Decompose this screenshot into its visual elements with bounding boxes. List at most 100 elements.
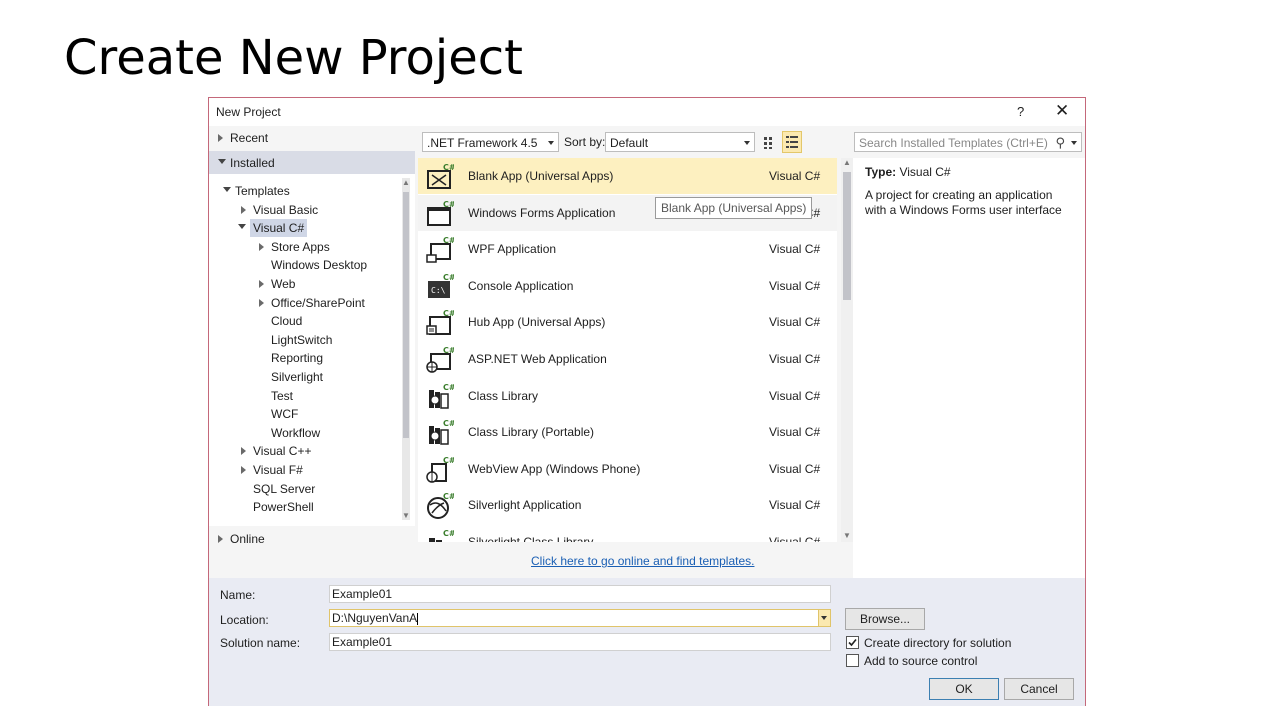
tree-item-visual-f-[interactable]: Visual F# — [241, 461, 303, 479]
browse-button[interactable]: Browse... — [845, 608, 925, 630]
framework-select[interactable]: .NET Framework 4.5 — [422, 132, 559, 152]
tree-scrollbar-thumb[interactable] — [403, 192, 409, 438]
template-description-pane: Type: Visual C# A project for creating a… — [853, 158, 1085, 578]
chevron-down-icon — [821, 616, 827, 620]
template-language: Visual C# — [769, 242, 821, 257]
online-templates-link[interactable]: Click here to go online and find templat… — [531, 554, 754, 568]
template-row[interactable]: C:\ C# Console Application Visual C# — [418, 268, 837, 304]
svg-text:C#: C# — [443, 456, 454, 465]
template-language: Visual C# — [769, 169, 821, 183]
checkmark-icon — [848, 638, 857, 647]
tree-item-reporting[interactable]: Reporting — [271, 349, 323, 367]
sort-select[interactable]: Default — [605, 132, 755, 152]
solution-name-input[interactable]: Example01 — [329, 633, 831, 651]
chevron-down-icon[interactable] — [1071, 141, 1077, 145]
template-list-scrollbar[interactable]: ▲ ▼ — [841, 158, 853, 542]
expand-arrow-icon[interactable] — [241, 466, 246, 474]
tree-item-templates[interactable]: Templates — [223, 182, 290, 200]
template-categories-pane: Recent Installed Templates Visual Basic Vi… — [209, 126, 415, 578]
close-icon[interactable]: ✕ — [1055, 101, 1069, 121]
webview-app-icon: C# — [426, 455, 456, 483]
grid-view-icon[interactable] — [759, 131, 779, 153]
template-row[interactable]: C# Class Library (Portable) Visual C# — [418, 414, 837, 450]
search-icon[interactable]: ⚲ — [1055, 135, 1065, 151]
collapse-arrow-icon — [218, 159, 226, 164]
slide-title: Create New Project — [64, 30, 523, 86]
tree-item-wcf[interactable]: WCF — [271, 405, 298, 423]
expand-arrow-icon[interactable] — [259, 242, 264, 251]
tree-item-test[interactable]: Test — [271, 387, 293, 405]
tree-scrollbar[interactable]: ▲ ▼ — [402, 178, 410, 520]
recent-node[interactable]: Recent — [209, 126, 415, 150]
tree-item-silverlight[interactable]: Silverlight — [271, 368, 323, 386]
project-name-input[interactable]: Example01 — [329, 585, 831, 603]
svg-text:C#: C# — [443, 419, 454, 428]
template-name: WPF Application — [468, 242, 557, 257]
template-row[interactable]: C# WPF Application Visual C# — [418, 231, 837, 267]
template-language: Visual C# — [769, 498, 821, 513]
tree-item-office-sharepoint[interactable]: Office/SharePoint — [259, 294, 365, 312]
collapse-arrow-icon[interactable] — [238, 224, 246, 230]
online-node[interactable]: Online — [209, 527, 415, 551]
dialog-title: New Project — [216, 105, 281, 119]
expand-arrow-icon[interactable] — [259, 298, 264, 307]
ok-button[interactable]: OK — [929, 678, 999, 700]
silverlight-app-icon: C# — [426, 491, 456, 520]
list-view-icon[interactable] — [782, 131, 802, 153]
template-row[interactable]: C# Silverlight Application Visual C# — [418, 487, 837, 523]
svg-text:C#: C# — [443, 529, 454, 538]
cancel-button[interactable]: Cancel — [1004, 678, 1074, 700]
svg-text:C#: C# — [443, 273, 454, 282]
template-row[interactable]: C# Class Library Visual C# — [418, 378, 837, 414]
template-name: Class Library — [468, 388, 539, 403]
template-tooltip: Blank App (Universal Apps) — [655, 197, 813, 219]
chevron-down-icon — [744, 141, 750, 145]
expand-arrow-icon[interactable] — [241, 447, 246, 456]
template-description: A project for creating an application wi… — [865, 188, 1062, 217]
template-name: Silverlight Class Library — [468, 535, 594, 542]
template-name: Console Application — [468, 278, 574, 293]
search-templates-input[interactable]: Search Installed Templates (Ctrl+E) ⚲ — [854, 132, 1082, 152]
template-language: Visual C# — [769, 535, 821, 542]
template-list-scrollbar-thumb[interactable] — [843, 172, 851, 300]
chevron-down-icon — [548, 141, 554, 145]
help-button[interactable]: ? — [1017, 104, 1024, 119]
create-directory-checkbox[interactable] — [846, 636, 859, 649]
collapse-arrow-icon[interactable] — [223, 187, 231, 192]
template-name: ASP.NET Web Application — [468, 352, 607, 366]
tree-item-visual-basic[interactable]: Visual Basic — [241, 201, 318, 219]
tree-item-cloud[interactable]: Cloud — [271, 312, 302, 330]
installed-tree: Templates Visual Basic Visual C# Store Apps… — [209, 174, 415, 526]
location-input[interactable]: D:\NguyenVanA — [329, 609, 831, 627]
tree-item-lightswitch[interactable]: LightSwitch — [271, 331, 332, 349]
tree-item-workflow[interactable]: Workflow — [271, 424, 320, 442]
tree-item-web[interactable]: Web — [259, 275, 295, 293]
template-row[interactable]: C# Blank App (Universal Apps) Visual C# — [418, 158, 837, 194]
location-label: Location: — [220, 613, 269, 627]
template-row[interactable]: C# Hub App (Universal Apps) Visual C# — [418, 304, 837, 340]
template-name: Blank App (Universal Apps) — [468, 169, 614, 183]
source-control-label: Add to source control — [864, 654, 978, 668]
class-library-icon: C# — [426, 382, 456, 410]
expand-arrow-icon[interactable] — [259, 280, 264, 288]
tree-item-visual-c-[interactable]: Visual C# — [238, 219, 308, 238]
tree-item-store-apps[interactable]: Store Apps — [259, 238, 330, 256]
expand-arrow-icon[interactable] — [241, 205, 246, 214]
installed-node[interactable]: Installed — [209, 151, 415, 175]
template-row[interactable]: C# ASP.NET Web Application Visual C# — [418, 341, 837, 377]
tree-item-windows-desktop[interactable]: Windows Desktop — [271, 256, 367, 274]
tree-item-sql-server[interactable]: SQL Server — [253, 480, 315, 498]
svg-text:C:\: C:\ — [431, 286, 446, 295]
hub-app-icon: C# — [426, 308, 456, 336]
tree-item-powershell[interactable]: PowerShell — [253, 498, 314, 516]
template-row[interactable]: C# Silverlight Class Library Visual C# — [418, 524, 837, 542]
expand-arrow-icon — [218, 535, 223, 543]
tree-item-visual-c-[interactable]: Visual C++ — [241, 442, 311, 460]
template-row[interactable]: C# WebView App (Windows Phone) Visual C# — [418, 451, 837, 487]
windows-forms-icon: C# — [426, 199, 456, 227]
template-name: WebView App (Windows Phone) — [468, 461, 641, 476]
source-control-checkbox[interactable] — [846, 654, 859, 667]
location-dropdown[interactable] — [818, 610, 830, 626]
svg-text:C#: C# — [443, 492, 454, 501]
aspnet-web-icon: C# — [426, 345, 456, 373]
